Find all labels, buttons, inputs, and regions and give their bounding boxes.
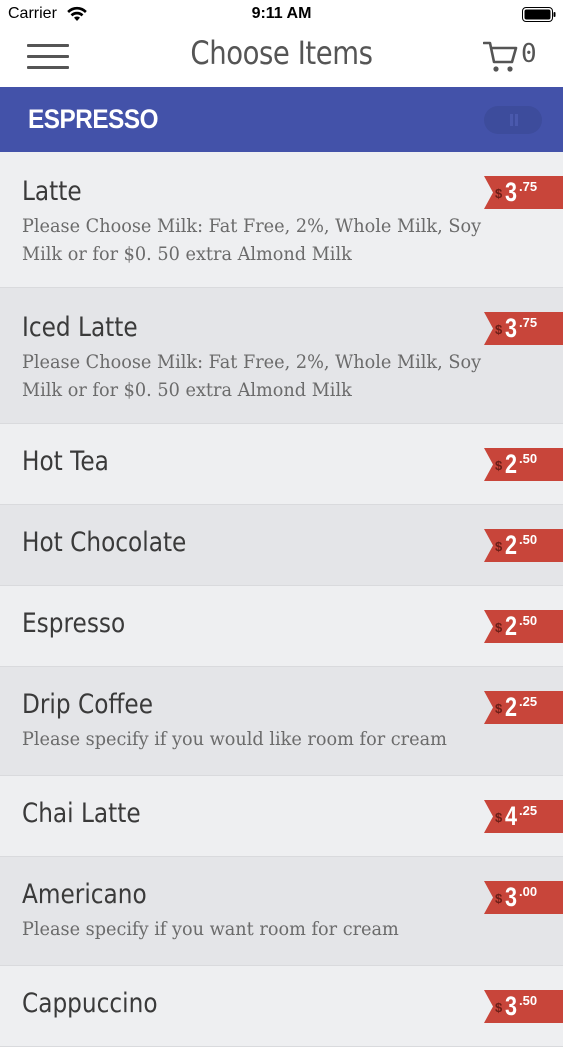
list-item[interactable]: Americano Please specify if you want roo… [0,857,563,966]
price-cents: .50 [519,451,538,466]
item-name: Espresso [22,608,126,639]
item-list: Latte Please Choose Milk: Fat Free, 2%, … [0,152,563,1047]
price-whole: 2 [505,449,518,479]
price-tag: $ 2 .50 [484,448,563,481]
currency-symbol: $ [495,322,503,337]
price-cents: .25 [519,694,538,709]
item-description: Please specify if you want room for crea… [22,918,399,940]
clock: 9:11 AM [251,5,312,22]
cart-button[interactable]: 0 [483,39,543,75]
currency-symbol: $ [495,186,503,201]
currency-symbol: $ [495,539,503,554]
list-item[interactable]: Hot Tea $ 2 .50 [0,424,563,505]
price-tag: $ 3 .75 [484,312,563,345]
item-name: Iced Latte [22,312,138,343]
price-tag: $ 3 .75 [484,176,563,209]
price-cents: .75 [519,179,538,194]
battery-icon [522,7,556,22]
currency-symbol: $ [495,620,503,635]
list-item[interactable]: Iced Latte Please Choose Milk: Fat Free,… [0,288,563,424]
price-whole: 3 [505,313,518,343]
item-name: Cappuccino [22,988,158,1019]
list-item[interactable]: Latte Please Choose Milk: Fat Free, 2%, … [0,152,563,288]
currency-symbol: $ [495,701,503,716]
list-item[interactable]: Cappuccino $ 3 .50 [0,966,563,1047]
currency-symbol: $ [495,1000,503,1015]
page-title: Choose Items [190,34,373,72]
status-bar: Carrier 9:11 AM [0,0,563,30]
list-item[interactable]: Hot Chocolate $ 2 .50 [0,505,563,586]
price-tag: $ 3 .50 [484,990,563,1023]
currency-symbol: $ [495,810,503,825]
category-title: ESPRESSO [28,104,159,134]
cart-count: 0 [521,39,537,69]
price-cents: .50 [519,532,538,547]
list-item[interactable]: Espresso $ 2 .50 [0,586,563,667]
item-name: Americano [22,879,147,910]
price-whole: 3 [505,177,518,207]
price-cents: .25 [519,803,538,818]
item-name: Hot Tea [22,446,109,477]
price-whole: 3 [505,991,518,1021]
currency-symbol: $ [495,891,503,906]
price-cents: .50 [519,613,538,628]
currency-symbol: $ [495,458,503,473]
price-tag: $ 3 .00 [484,881,563,914]
navigation-bar: Choose Items 0 [0,30,563,87]
price-whole: 3 [505,882,518,912]
item-description: Please specify if you would like room fo… [22,728,447,750]
price-whole: 2 [505,611,518,641]
price-cents: .50 [519,993,538,1008]
category-toggle-button[interactable] [484,106,542,134]
item-description: Please Choose Milk: Fat Free, 2%, Whole … [22,351,482,401]
list-item[interactable]: Drip Coffee Please specify if you would … [0,667,563,776]
price-cents: .75 [519,315,538,330]
price-tag: $ 2 .50 [484,529,563,562]
price-whole: 2 [505,692,518,722]
price-tag: $ 4 .25 [484,800,563,833]
cart-icon [483,41,518,72]
price-whole: 2 [505,530,518,560]
price-tag: $ 2 .25 [484,691,563,724]
item-description: Please Choose Milk: Fat Free, 2%, Whole … [22,215,482,265]
pause-icon [510,114,513,126]
price-whole: 4 [505,801,518,831]
item-name: Chai Latte [22,798,141,829]
item-name: Drip Coffee [22,689,153,720]
category-header: ESPRESSO [0,87,563,152]
list-item[interactable]: Chai Latte $ 4 .25 [0,776,563,857]
item-name: Latte [22,176,82,207]
item-name: Hot Chocolate [22,527,187,558]
price-tag: $ 2 .50 [484,610,563,643]
price-cents: .00 [519,884,538,899]
